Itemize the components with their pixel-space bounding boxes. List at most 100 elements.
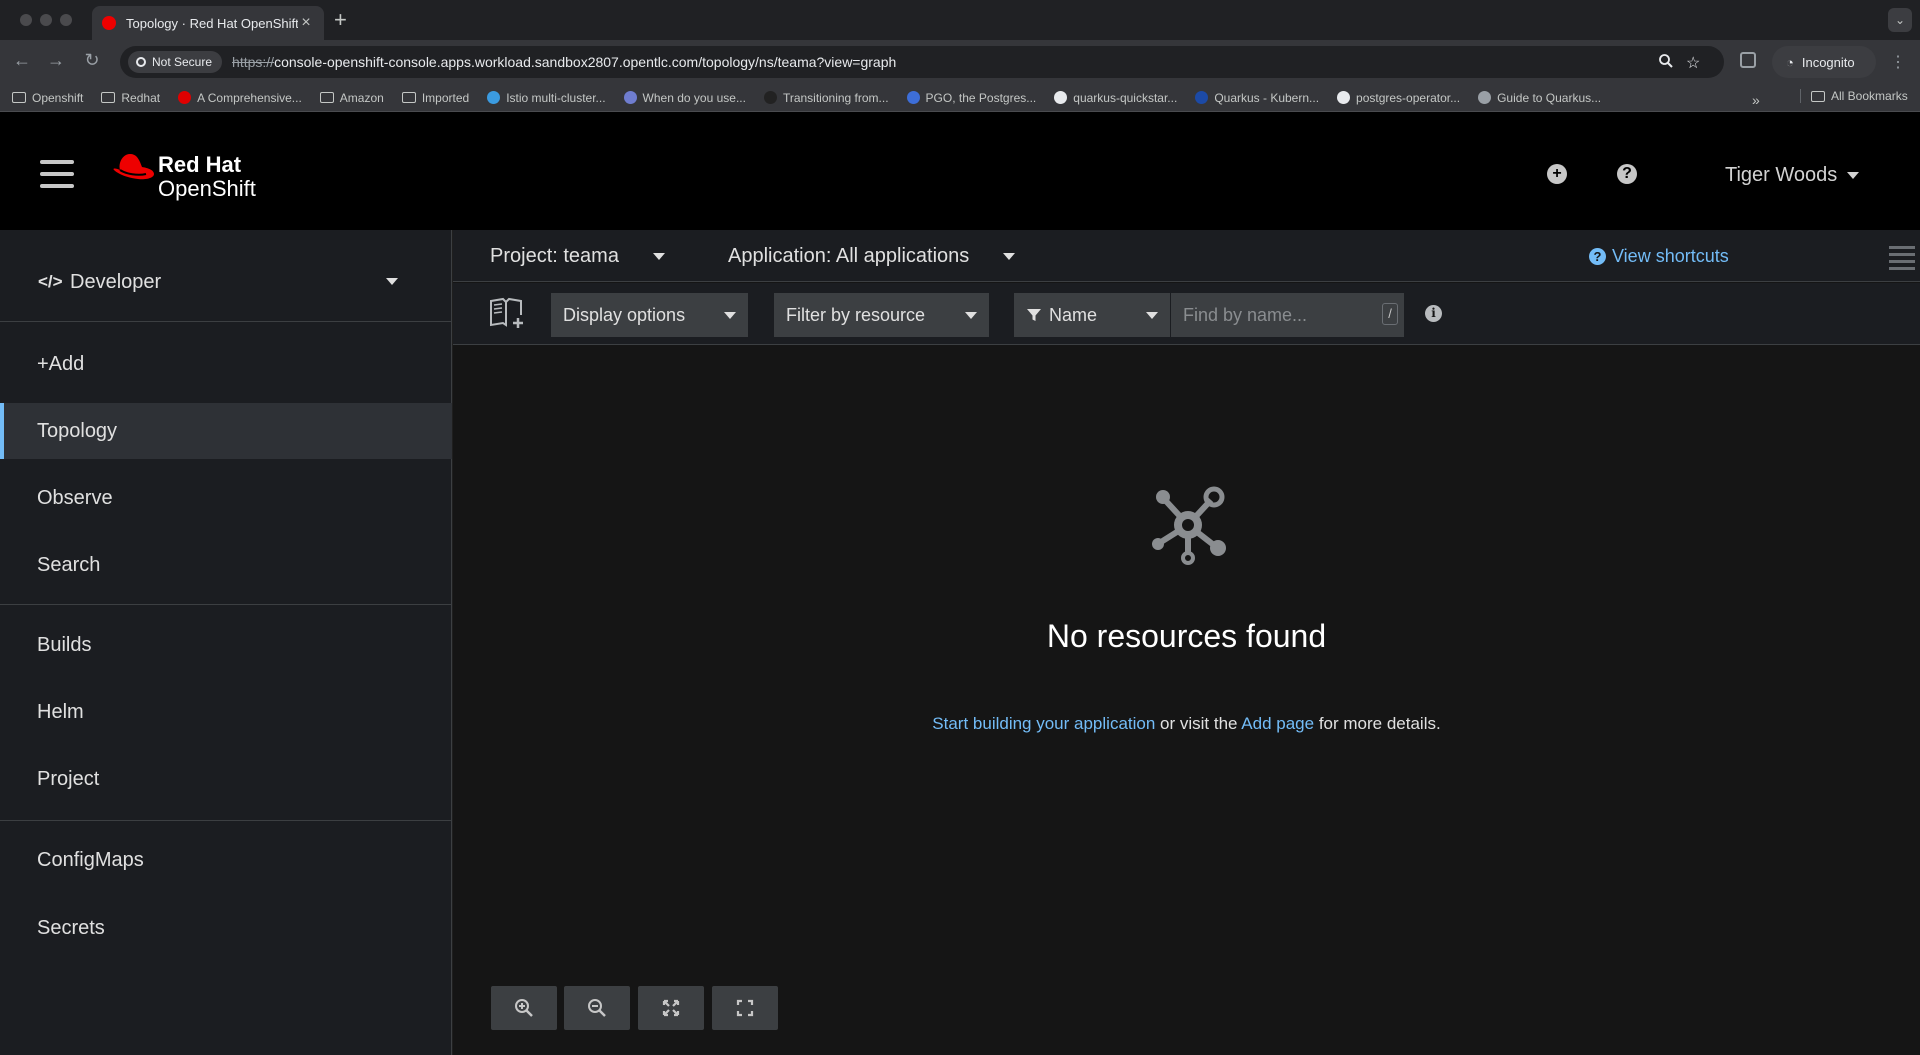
list-view-icon[interactable] (1889, 246, 1915, 274)
redhat-fedora-icon (113, 154, 154, 180)
brand-name-line2: OpenShift (158, 176, 256, 201)
back-button[interactable]: ← (10, 50, 34, 71)
project-selector[interactable]: Project: teama (490, 245, 665, 268)
start-building-link[interactable]: Start building your application (932, 714, 1155, 733)
hamburger-menu-icon[interactable] (40, 160, 74, 196)
bookmark-label: Quarkus - Kubern... (1214, 90, 1320, 105)
sidebar-item-builds[interactable]: Builds (0, 617, 452, 673)
new-tab-button[interactable]: + (334, 8, 347, 32)
bookmark-item[interactable]: PGO, the Postgres... (906, 91, 1036, 105)
bookmark-item[interactable]: Imported (401, 90, 470, 105)
browser-menu-icon[interactable]: ⋮ (1890, 52, 1906, 72)
not-secure-icon (136, 57, 146, 67)
bookmark-item[interactable]: Amazon (319, 90, 384, 105)
bookmark-label: postgres-operator... (1356, 90, 1461, 105)
sidebar-item-configmaps[interactable]: ConfigMaps (0, 832, 452, 888)
folder-icon (101, 92, 116, 103)
view-shortcuts-label: View shortcuts (1612, 246, 1729, 266)
reset-view-button[interactable] (712, 986, 778, 1030)
site-icon (178, 91, 192, 104)
user-menu[interactable]: Tiger Woods (1725, 164, 1859, 187)
folder-icon (1811, 90, 1825, 102)
bookmark-item[interactable]: quarkus-quickstar... (1054, 91, 1177, 105)
bookmark-item[interactable]: Quarkus - Kubern... (1195, 91, 1319, 105)
view-shortcuts-link[interactable]: ? View shortcuts (1589, 246, 1729, 267)
info-icon[interactable]: i (1425, 305, 1442, 322)
minimize-window-button[interactable] (40, 14, 52, 26)
bookmark-item[interactable]: postgres-operator... (1337, 91, 1460, 105)
folder-icon (12, 92, 26, 103)
openshift-logo[interactable]: Red Hat OpenShift (112, 150, 256, 201)
sidebar-item-search[interactable]: Search (0, 537, 452, 593)
find-by-name-field[interactable]: / (1170, 293, 1404, 337)
chevron-down-icon (1002, 253, 1015, 261)
address-bar[interactable]: Not Secure https://console-openshift-con… (120, 46, 1724, 78)
bookmark-item[interactable]: Istio multi-cluster... (487, 91, 606, 105)
display-options-label: Display options (563, 304, 686, 325)
site-icon (1478, 91, 1492, 104)
fit-to-screen-icon (662, 999, 680, 1017)
perspective-label: Developer (70, 271, 162, 293)
bookmark-label: Imported (421, 90, 470, 105)
security-indicator[interactable]: Not Secure (128, 51, 223, 73)
sidebar-item-observe[interactable]: Observe (0, 470, 452, 526)
help-icon[interactable]: ? (1617, 164, 1637, 184)
empty-state-text: or visit the (1155, 714, 1242, 733)
bookmarks-overflow-button[interactable]: » (1752, 92, 1760, 108)
bookmark-item[interactable]: Guide to Quarkus... (1478, 91, 1601, 105)
browser-toolbar: ← → ↻ Not Secure https://console-openshi… (0, 40, 1920, 84)
url-path: console-openshift-console.apps.workload.… (274, 54, 897, 70)
empty-state-title: No resources found (1046, 618, 1327, 654)
bookmark-star-icon[interactable]: ☆ (1686, 53, 1700, 73)
site-icon (906, 91, 920, 104)
application-selector[interactable]: Application: All applications (728, 245, 1015, 268)
url-text[interactable]: https://console-openshift-console.apps.w… (232, 54, 896, 70)
bookmark-label: Transitioning from... (782, 90, 889, 105)
maximize-window-button[interactable] (60, 14, 72, 26)
close-tab-icon[interactable]: × (298, 14, 314, 32)
topology-main: Project: teama Application: All applicat… (453, 230, 1920, 1055)
bookmark-item[interactable]: When do you use... (623, 91, 746, 105)
zoom-icon[interactable] (1658, 53, 1674, 69)
incognito-label: Incognito (1801, 54, 1855, 70)
filter-icon (1027, 309, 1041, 321)
side-panel-icon[interactable] (1740, 52, 1756, 68)
reload-button[interactable]: ↻ (80, 50, 104, 71)
bookmark-label: quarkus-quickstar... (1073, 90, 1178, 105)
display-options-dropdown[interactable]: Display options (551, 293, 748, 337)
incognito-badge[interactable]: ◔ Incognito (1772, 46, 1876, 78)
bookmark-item[interactable]: A Comprehensive... (178, 91, 302, 105)
sidebar-item-secrets[interactable]: Secrets (0, 900, 452, 956)
sidebar-item-project[interactable]: Project (0, 751, 452, 807)
zoom-in-button[interactable] (491, 986, 557, 1030)
sidebar-item-topology[interactable]: Topology (0, 403, 452, 459)
filter-type-dropdown[interactable]: Name (1014, 293, 1170, 337)
tab-bar: Topology · Red Hat OpenShift × + ⌄ (0, 0, 1920, 40)
masthead: Red Hat OpenShift + ? Tiger Woods (0, 112, 1920, 230)
search-shortcut-hint: / (1382, 303, 1398, 325)
user-menu-caret-icon (1846, 172, 1859, 180)
github-icon (1337, 91, 1351, 104)
sidebar-item-add[interactable]: +Add (0, 336, 452, 392)
bookmark-label: Amazon (339, 90, 384, 105)
forward-button[interactable]: → (44, 50, 68, 71)
tab-search-button[interactable]: ⌄ (1888, 8, 1912, 32)
find-by-name-input[interactable] (1183, 304, 1363, 326)
browser-tab[interactable]: Topology · Red Hat OpenShift × (92, 6, 324, 40)
bookmark-item[interactable]: Openshift (12, 91, 83, 105)
bookmark-item[interactable]: Transitioning from... (763, 90, 889, 105)
topology-empty-icon (1152, 486, 1226, 565)
fit-to-screen-button[interactable] (638, 986, 704, 1030)
close-window-button[interactable] (20, 14, 32, 26)
all-bookmarks-button[interactable]: All Bookmarks (1800, 89, 1908, 103)
filter-type-label: Name (1048, 304, 1097, 325)
sidebar-item-helm[interactable]: Helm (0, 684, 452, 740)
filter-by-resource-dropdown[interactable]: Filter by resource (774, 293, 989, 337)
quick-search-catalog-icon[interactable] (489, 297, 525, 329)
quick-create-icon[interactable]: + (1547, 164, 1567, 184)
perspective-switcher[interactable]: </> Developer (0, 230, 452, 322)
add-page-link[interactable]: Add page (1241, 714, 1314, 733)
bookmark-item[interactable]: Redhat (101, 91, 160, 105)
zoom-out-button[interactable] (564, 986, 630, 1030)
reset-view-icon (736, 999, 754, 1017)
